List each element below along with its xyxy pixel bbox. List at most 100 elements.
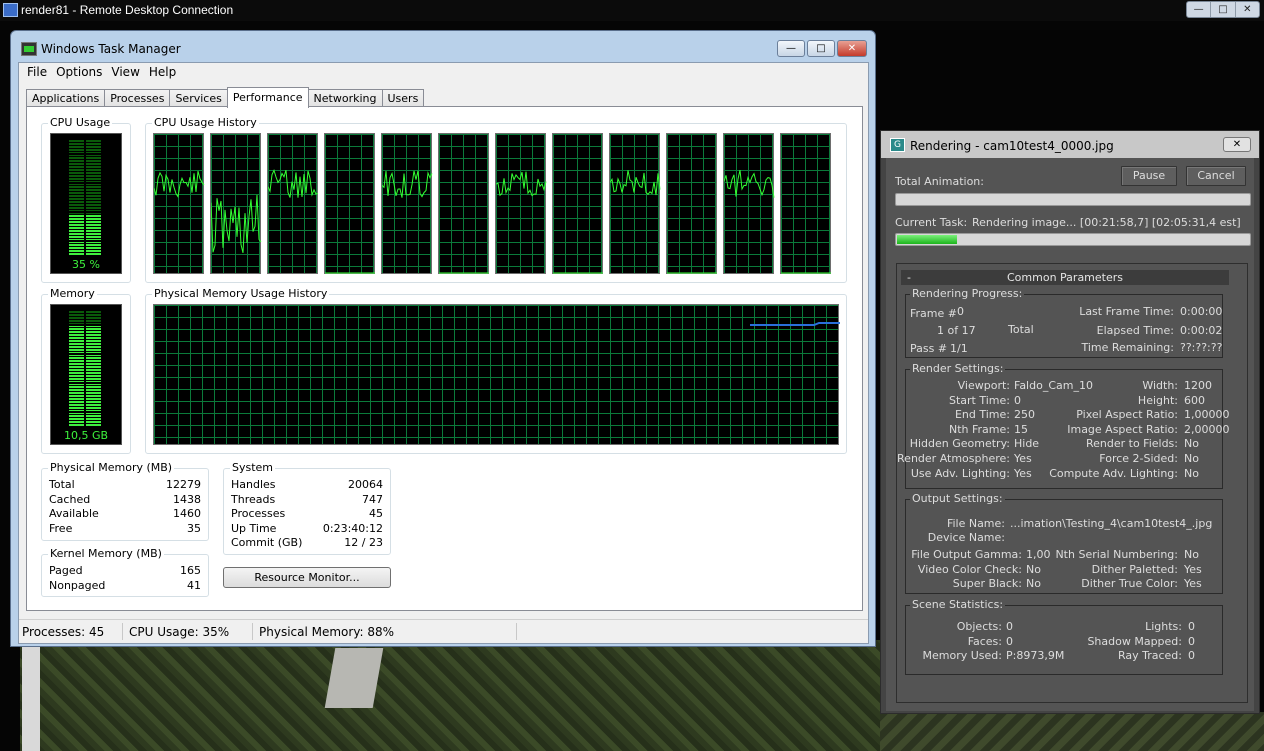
pass-label: Pass # xyxy=(910,342,948,355)
sys-row-commit: Commit (GB) 12 / 23 xyxy=(231,536,383,551)
system-label: System xyxy=(230,461,276,474)
minimize-button[interactable]: — xyxy=(777,40,805,57)
elapsed-value: 0:00:02 xyxy=(1180,324,1223,337)
meter-segment xyxy=(86,342,101,345)
meter-segment xyxy=(69,232,84,235)
meter-segment xyxy=(69,244,84,247)
sys-row-processes: Processes 45 xyxy=(231,507,383,522)
km-row-nonpaged: Nonpaged 41 xyxy=(49,579,201,594)
sys-processes-value: 45 xyxy=(369,507,383,520)
meter-segment xyxy=(69,151,84,154)
close-button[interactable]: ✕ xyxy=(837,40,867,57)
output-settings-title: Output Settings: xyxy=(910,492,1005,505)
sys-row-handles: Handles 20064 xyxy=(231,478,383,493)
meter-segment xyxy=(86,154,101,157)
cpu-usage-group: CPU Usage 35 % xyxy=(41,116,131,283)
meter-segment xyxy=(69,377,84,380)
meter-segment xyxy=(69,206,84,209)
system-group: System Handles 20064 Threads 747 Processes… xyxy=(223,461,391,555)
scene-stat-value: P:8973,9M xyxy=(1006,649,1065,662)
meter-segment xyxy=(69,403,84,406)
render-setting-label: Nth Frame: xyxy=(949,422,1010,436)
output-setting-value: Yes xyxy=(1184,577,1202,590)
output-setting-label: Video Color Check: xyxy=(917,562,1022,576)
pm-total-value: 12279 xyxy=(166,478,201,491)
meter-segment xyxy=(69,348,84,351)
output-setting-label: File Output Gamma: xyxy=(911,548,1022,561)
menu-options[interactable]: Options xyxy=(55,63,110,82)
meter-segment xyxy=(86,250,101,253)
rdp-minimize-button[interactable]: — xyxy=(1187,2,1212,17)
meter-segment xyxy=(69,319,84,322)
resource-monitor-button[interactable]: Resource Monitor... xyxy=(223,567,391,588)
elapsed-label: Elapsed Time: xyxy=(1096,324,1174,337)
meter-segment xyxy=(69,400,84,403)
tab-performance[interactable]: Performance xyxy=(226,87,309,108)
meter-segment xyxy=(86,140,101,142)
meter-segment xyxy=(86,403,101,406)
pause-button[interactable]: Pause xyxy=(1121,166,1177,186)
meter-segment xyxy=(86,169,101,171)
task-manager-icon xyxy=(21,42,37,56)
meter-segment xyxy=(86,340,101,342)
meter-segment xyxy=(86,409,101,412)
meter-segment xyxy=(86,238,101,241)
meter-segment xyxy=(86,351,101,354)
sys-commit-value: 12 / 23 xyxy=(344,536,383,549)
rdp-close-button[interactable]: ✕ xyxy=(1236,2,1259,17)
render-setting-value: 15 xyxy=(1014,422,1028,436)
meter-segment xyxy=(86,224,101,226)
cancel-button[interactable]: Cancel xyxy=(1186,166,1246,186)
pm-available-label: Available xyxy=(49,507,99,520)
frame-value: 0 xyxy=(957,305,964,318)
status-cpu: CPU Usage: 35% xyxy=(129,625,230,639)
output-setting-value: 1,00 xyxy=(1026,548,1051,561)
task-manager-window: Windows Task Manager — □ ✕ File Options … xyxy=(10,30,876,647)
meter-segment xyxy=(69,316,84,319)
rendering-titlebar[interactable]: G Rendering - cam10test4_0000.jpg ✕ xyxy=(881,131,1259,158)
meter-segment xyxy=(69,398,84,400)
meter-segment xyxy=(86,377,101,380)
task-manager-titlebar[interactable]: Windows Task Manager — □ ✕ xyxy=(11,31,875,63)
sys-handles-label: Handles xyxy=(231,478,276,491)
pm-row-available: Available 1460 xyxy=(49,507,201,522)
menu-help[interactable]: Help xyxy=(148,63,184,82)
cpu-history-group: CPU Usage History xyxy=(145,116,847,283)
meter-segment xyxy=(86,331,101,334)
menu-view[interactable]: View xyxy=(110,63,147,82)
render-setting-value: No xyxy=(1184,466,1199,480)
memory-group: Memory 10,5 GB xyxy=(41,287,131,454)
common-parameters-header[interactable]: - Common Parameters xyxy=(901,270,1229,285)
rollout-collapse-toggle[interactable]: - xyxy=(907,270,911,285)
meter-segment xyxy=(86,206,101,209)
remaining-value: ??:??:?? xyxy=(1180,341,1223,354)
meter-segment xyxy=(86,363,101,366)
output-settings-group: Output Settings: File Name: ...imation\T… xyxy=(905,492,1223,594)
meter-segment xyxy=(86,371,101,374)
meter-segment xyxy=(86,218,101,221)
meter-segment xyxy=(69,371,84,374)
meter-segment xyxy=(69,311,84,313)
meter-segment xyxy=(69,322,84,325)
meter-segment xyxy=(69,140,84,142)
meter-segment xyxy=(86,232,101,235)
rendering-progress-title: Rendering Progress: xyxy=(910,287,1025,300)
meter-segment xyxy=(86,160,101,163)
meter-segment xyxy=(86,421,101,424)
meter-segment xyxy=(86,148,101,151)
scene-stat-value: 0 xyxy=(1188,649,1195,662)
render-setting-value: Yes xyxy=(1014,466,1032,480)
meter-segment xyxy=(86,200,101,203)
meter-segment xyxy=(86,345,101,348)
status-memory: Physical Memory: 88% xyxy=(259,625,395,639)
km-paged-label: Paged xyxy=(49,564,83,577)
meter-segment xyxy=(86,180,101,183)
maximize-button[interactable]: □ xyxy=(807,40,835,57)
meter-segment xyxy=(86,166,101,168)
rdp-maximize-button[interactable]: □ xyxy=(1211,2,1236,17)
meter-segment xyxy=(69,212,84,215)
rdp-titlebar: render81 - Remote Desktop Connection — □… xyxy=(0,0,1264,21)
cpu-core-graph xyxy=(552,133,603,274)
menu-file[interactable]: File xyxy=(26,63,55,82)
close-button[interactable]: ✕ xyxy=(1223,137,1251,152)
